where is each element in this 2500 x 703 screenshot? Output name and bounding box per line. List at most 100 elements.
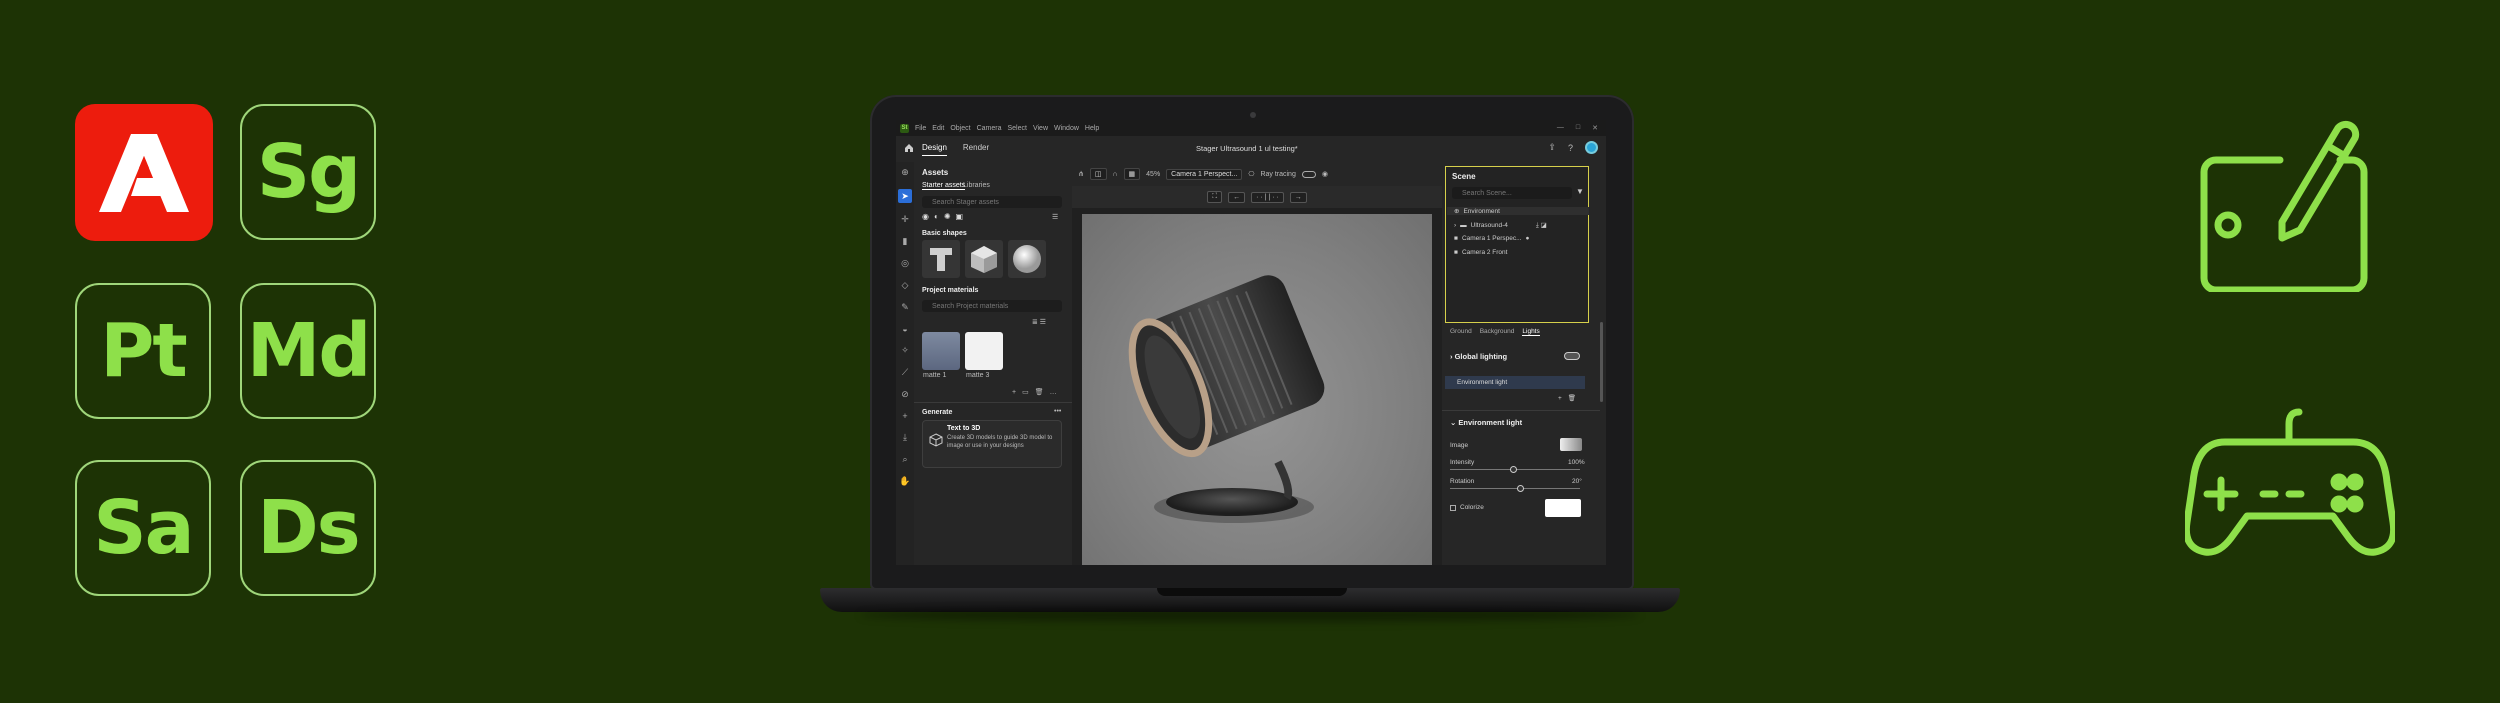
help-icon[interactable]: ? <box>1568 143 1573 153</box>
materials-search-input[interactable]: Search Project materials <box>922 300 1062 312</box>
global-lighting-toggle[interactable] <box>1564 352 1580 360</box>
previous-camera-button[interactable]: ← <box>1228 191 1246 203</box>
pen-tool-icon[interactable]: ✎ <box>901 302 909 313</box>
app-icon-md[interactable]: Md <box>240 283 376 419</box>
asset-category-icons[interactable]: ◉◐✺▣ <box>922 212 968 221</box>
sort-icon[interactable]: ≣ ☰ <box>1032 318 1046 326</box>
ray-tracing-toggle[interactable] <box>1301 170 1316 178</box>
material-thumb[interactable] <box>922 332 960 370</box>
filter-icon[interactable]: ▼ <box>1576 187 1584 196</box>
shape-sphere-thumb[interactable] <box>1008 240 1046 278</box>
scene-search-input[interactable]: Search Scene... <box>1452 187 1572 199</box>
app-icon-pt[interactable]: Pt <box>75 283 211 419</box>
app-icon-sa[interactable]: Sa <box>75 460 211 596</box>
tab-design[interactable]: Design <box>922 143 947 156</box>
share-icon[interactable]: ⇪ <box>1548 142 1556 153</box>
scene-item-label: Environment <box>1463 207 1500 215</box>
tab-background[interactable]: Background <box>1480 328 1515 336</box>
snap-icon[interactable]: ◫ <box>1089 168 1107 180</box>
assets-search-input[interactable]: Search Stager assets <box>922 196 1062 208</box>
folder-icon: ▬ <box>1460 222 1467 229</box>
download-icon[interactable]: ⤓ <box>903 432 907 443</box>
tab-starter-assets[interactable]: Starter assets <box>922 182 966 190</box>
close-button[interactable]: ✕ <box>1592 124 1598 132</box>
hand-tool-icon[interactable]: ✋ <box>899 476 910 487</box>
menu-view[interactable]: View <box>1033 125 1048 132</box>
home-icon[interactable] <box>904 143 914 155</box>
menu-edit[interactable]: Edit <box>932 125 944 132</box>
chart-tool-icon[interactable]: ▮ <box>903 236 908 247</box>
scene-item-actions[interactable]: ⤓ ◪ <box>1536 221 1547 230</box>
lamp-tool-icon[interactable]: ◒ <box>902 324 907 334</box>
environment-light-item[interactable]: Environment light <box>1445 376 1585 389</box>
material-thumb[interactable] <box>965 332 1003 370</box>
menu-object[interactable]: Object <box>950 125 970 132</box>
add-icon[interactable]: ⊕ <box>901 167 909 178</box>
select-tool-icon[interactable]: ➤ <box>898 189 912 203</box>
shape-tool-icon[interactable]: ◇ <box>902 280 909 291</box>
camera-icon[interactable]: ⎔ <box>1248 170 1254 178</box>
tab-lights[interactable]: Lights <box>1522 328 1540 336</box>
camera-timeline[interactable]: · · | | · · <box>1251 191 1284 203</box>
scene-item[interactable]: ■ Camera 2 Front <box>1454 249 1507 256</box>
visibility-icon[interactable]: ◉ <box>1322 170 1328 178</box>
rotation-slider[interactable] <box>1450 488 1580 489</box>
cube-icon <box>929 433 943 449</box>
menu-select[interactable]: Select <box>1007 125 1026 132</box>
global-lighting-header[interactable]: › Global lighting <box>1450 352 1507 361</box>
menu-bar: St File Edit Object Camera Select View W… <box>896 120 1606 136</box>
menu-camera[interactable]: Camera <box>977 125 1002 132</box>
colorize-checkbox[interactable] <box>1450 505 1456 511</box>
zoom-level[interactable]: 45% <box>1146 171 1160 178</box>
laptop-notch <box>1157 588 1347 596</box>
zoom-icon[interactable]: ⌕ <box>902 454 907 465</box>
text-to-3d-title: Text to 3D <box>947 425 981 432</box>
tab-libraries[interactable]: Libraries <box>963 182 990 189</box>
avatar[interactable] <box>1585 141 1598 154</box>
shape-text-thumb[interactable] <box>922 240 960 278</box>
menu-window[interactable]: Window <box>1054 125 1079 132</box>
maximize-button[interactable]: □ <box>1576 124 1580 132</box>
grid-icon[interactable]: ▦ <box>1123 168 1141 180</box>
material-actions[interactable]: +▭🗑… <box>1012 388 1063 396</box>
brush-tool-icon[interactable]: ⟋ <box>902 367 908 378</box>
tab-render[interactable]: Render <box>963 143 989 155</box>
tablet-pen-icon <box>2190 112 2390 297</box>
scene-item[interactable]: ⊕ Environment <box>1447 207 1589 215</box>
scene-item[interactable]: › ▬ Ultrasound-4 ⤓ ◪ <box>1454 221 1547 230</box>
minimize-button[interactable]: — <box>1557 124 1564 132</box>
tab-ground[interactable]: Ground <box>1450 328 1472 336</box>
move-tool-icon[interactable]: ✛ <box>901 214 909 225</box>
app-icon-sg[interactable]: Sg <box>240 104 376 240</box>
light-actions[interactable]: +🗑 <box>1558 394 1582 402</box>
text-to-3d-card[interactable]: Text to 3D Create 3D models to guide 3D … <box>922 420 1062 468</box>
paint-bucket-icon[interactable]: ⊘ <box>901 389 909 400</box>
scene-item[interactable]: ■ Camera 1 Perspec... ● <box>1454 235 1529 242</box>
share-node-icon[interactable]: ⋔ <box>1078 170 1084 178</box>
menu-help[interactable]: Help <box>1085 125 1099 132</box>
colorize-swatch[interactable] <box>1545 499 1581 517</box>
more-icon[interactable]: ••• <box>1054 408 1061 415</box>
rotation-value: 20° <box>1572 478 1582 485</box>
frame-icon[interactable]: ⛶ <box>1207 191 1223 203</box>
intensity-slider-knob[interactable] <box>1510 466 1517 473</box>
environment-image-swatch[interactable] <box>1560 438 1582 451</box>
rotation-slider-knob[interactable] <box>1517 485 1524 492</box>
panel-scrollbar[interactable] <box>1600 322 1603 402</box>
shape-cube-thumb[interactable] <box>965 240 1003 278</box>
app-icon-ds[interactable]: Ds <box>240 460 376 596</box>
magnet-icon[interactable]: ∩ <box>1113 171 1118 178</box>
3d-viewport[interactable] <box>1082 214 1432 565</box>
menu-file[interactable]: File <box>915 125 926 132</box>
transform-icon[interactable]: + <box>902 411 907 421</box>
list-view-icon[interactable]: ☰ <box>1052 213 1058 221</box>
gamepad-icon <box>2182 400 2398 565</box>
env-light-section-header[interactable]: ⌄ Environment light <box>1450 418 1522 427</box>
magic-wand-icon[interactable]: ✧ <box>901 345 909 356</box>
webcam <box>1250 112 1256 118</box>
colorize-label: Colorize <box>1460 504 1484 511</box>
scene-panel: Scene Search Scene... ▼ ⊕ Environment › ▬ U… <box>1442 162 1606 565</box>
next-camera-button[interactable]: → <box>1289 191 1307 203</box>
orbit-tool-icon[interactable]: ◎ <box>901 258 909 269</box>
camera-dropdown[interactable]: Camera 1 Perspect... <box>1166 168 1243 180</box>
